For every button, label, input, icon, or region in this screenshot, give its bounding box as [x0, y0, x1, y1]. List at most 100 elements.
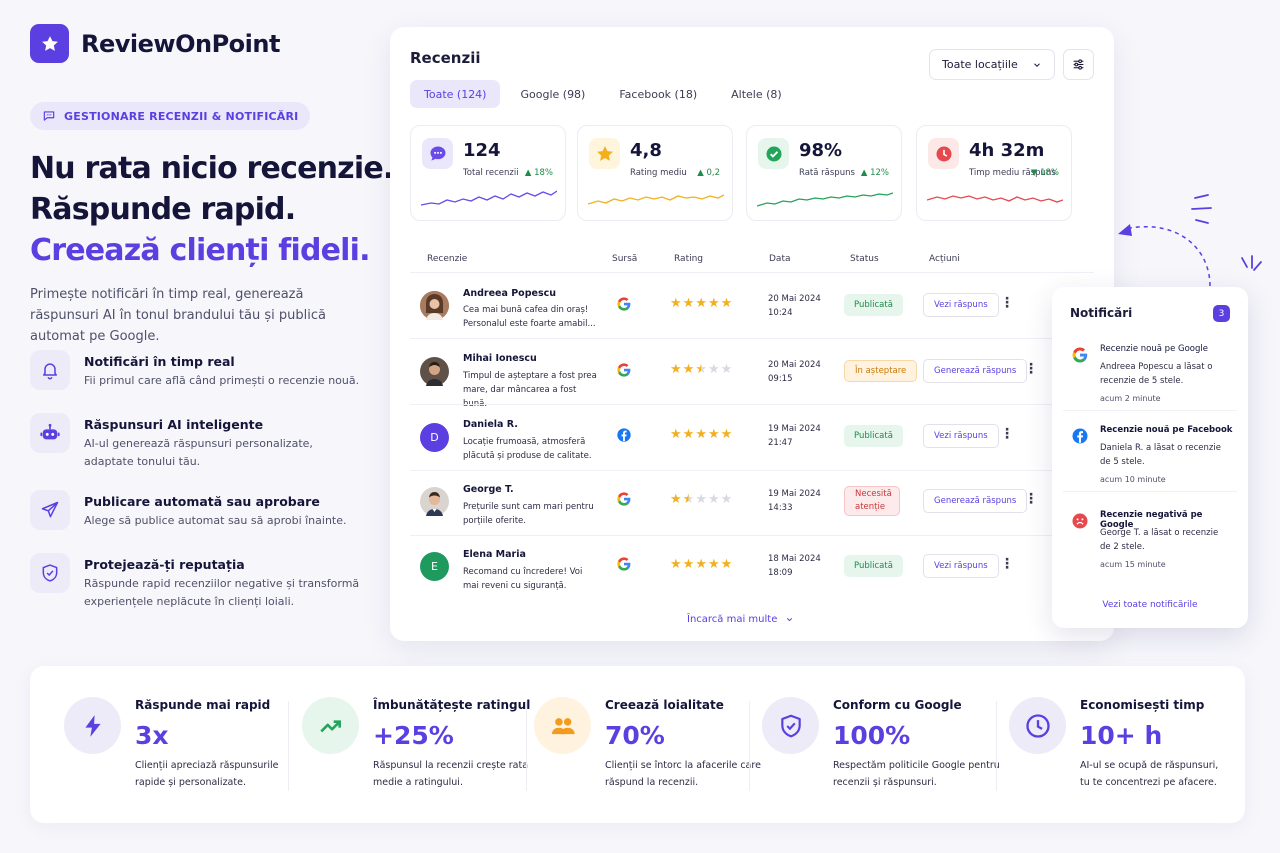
table-row[interactable]: Andreea Popescu Cea mai bună cafea din o… [410, 272, 1094, 337]
more-options-icon[interactable]: ⋮ [1024, 361, 1038, 377]
notification-item[interactable]: Recenzie negativă pe Google George T. a … [1063, 505, 1237, 585]
chevron-down-icon [1034, 62, 1040, 67]
stat-desc: Clienții se întorc la afacerile care răs… [605, 760, 761, 788]
location-select[interactable]: Toate locațiile [929, 49, 1055, 80]
feature-title: Răspunsuri AI inteligente [84, 417, 264, 432]
star-icon: ★ [695, 296, 707, 311]
star-icon: ★ [720, 492, 733, 507]
clock-icon [1009, 697, 1066, 754]
notification-item[interactable]: Recenzie nouă pe Google Andreea Popescu … [1063, 339, 1237, 411]
facebook-icon [617, 428, 631, 442]
tab-google[interactable]: Google (98) [506, 80, 599, 108]
status-badge: Publicată [844, 555, 903, 577]
bell-icon [30, 350, 70, 390]
stat-value: 3x [135, 721, 169, 750]
review-date: 20 Mai 2024 09:15 [768, 358, 821, 386]
table-row[interactable]: George T. Prețurile sunt cam mari pentru… [410, 470, 1094, 535]
kpi-delta: ▲ 18% [524, 168, 553, 178]
divider [526, 701, 527, 791]
generate-reply-button[interactable]: Generează răspuns [923, 359, 1028, 383]
notification-heading: Recenzie nouă pe Facebook [1100, 425, 1233, 435]
review-text: Cea mai bună cafea din oraș! Personalul … [463, 305, 596, 329]
divider [288, 701, 289, 791]
feature-desc: Fii primul care află când primești o rec… [84, 374, 360, 387]
notification-heading: Recenzie nouă pe Google [1100, 344, 1208, 354]
see-all-notifications-link[interactable]: Vezi toate notificările [1052, 600, 1248, 610]
notification-body: George T. a lăsat o recenzie de 2 stele. [1100, 528, 1219, 552]
notifications-count-badge: 3 [1213, 305, 1230, 322]
star-icon: ★ [670, 492, 682, 507]
star-icon: ★ [720, 557, 733, 572]
feature-title: Publicare automată sau aprobare [84, 494, 320, 509]
date-text: 20 Mai 2024 [768, 294, 821, 304]
table-row[interactable]: E Elena Maria Recomand cu încredere! Voi… [410, 535, 1094, 600]
stat-google-compliant: Conform cu Google 100% Respectăm politic… [762, 666, 1000, 823]
shield-check-icon [762, 697, 819, 754]
tab-other[interactable]: Altele (8) [717, 80, 796, 108]
date-text: 18 Mai 2024 [768, 554, 821, 564]
rating-stars: ★ ★ ★ ★ ★ [670, 428, 732, 441]
time-text: 18:09 [768, 568, 793, 578]
feature-desc: Alege să publice automat sau să aprobi î… [84, 514, 347, 527]
kpi-response-rate: 98% Rată răspuns ▲ 12% [746, 125, 902, 221]
feature-title: Notificări în timp real [84, 354, 235, 369]
date-text: 20 Mai 2024 [768, 360, 821, 370]
review-date: 20 Mai 2024 10:24 [768, 292, 821, 320]
generate-reply-button[interactable]: Generează răspuns [923, 489, 1028, 513]
kpi-sparkline [421, 190, 557, 206]
chevron-down-icon [787, 618, 793, 622]
kpi-value: 4h 32m [969, 140, 1045, 161]
load-more-label: Încarcă mai multe [687, 614, 778, 625]
star-icon: ★ [707, 362, 720, 377]
kpi-label: Total recenzii [463, 168, 519, 178]
table-row[interactable]: Mihai Ionescu Timpul de așteptare a fost… [410, 338, 1094, 409]
more-options-icon[interactable]: ⋮ [1000, 426, 1014, 442]
kpi-label: Rating mediu [630, 168, 687, 178]
status-badge: Publicată [844, 294, 903, 316]
stat-loyalty: Creează loialitate 70% Clienții se întor… [534, 666, 761, 823]
review-date: 19 Mai 2024 21:47 [768, 422, 821, 450]
stat-desc: Respectăm politicile Google pentru recen… [833, 760, 1000, 788]
kpi-sparkline [588, 194, 724, 205]
hero-headline: Nu rata nicio recenzie. Răspunde rapid. … [30, 148, 394, 271]
users-icon [534, 697, 591, 754]
headline-line-2: Răspunde rapid. [30, 192, 296, 227]
more-options-icon[interactable]: ⋮ [1000, 556, 1014, 572]
stat-title: Îmbunătățește ratingul [373, 698, 531, 712]
lightning-icon [64, 697, 121, 754]
brand-logo[interactable]: ReviewOnPoint [30, 24, 280, 63]
tab-facebook[interactable]: Facebook (18) [605, 80, 711, 108]
kpi-delta: ▲ 12% [860, 168, 889, 178]
stat-value: +25% [373, 721, 454, 750]
notification-time: acum 10 minute [1100, 475, 1166, 484]
view-reply-button[interactable]: Vezi răspuns [923, 424, 999, 448]
col-actions: Acțiuni [929, 254, 960, 264]
google-icon [617, 297, 631, 311]
view-reply-button[interactable]: Vezi răspuns [923, 293, 999, 317]
kpi-value: 4,8 [630, 140, 662, 161]
stat-value: 10+ h [1080, 721, 1163, 750]
star-icon: ★ [707, 296, 720, 311]
facebook-icon [1072, 428, 1088, 444]
status-badge: Publicată [844, 425, 903, 447]
more-options-icon[interactable]: ⋮ [1000, 295, 1014, 311]
sad-face-icon [1072, 513, 1088, 529]
table-row[interactable]: D Daniela R. Locație frumoasă, atmosferă… [410, 404, 1094, 469]
filter-button[interactable] [1063, 49, 1094, 80]
reviews-panel: Recenzii Toate locațiile Toate (124) Goo… [390, 27, 1114, 641]
star-icon [589, 138, 620, 169]
stat-desc: Răspunsul la recenzii crește rata medie … [373, 760, 529, 788]
load-more-link[interactable]: Încarcă mai multe [687, 614, 794, 625]
stat-title: Răspunde mai rapid [135, 698, 271, 712]
notification-time: acum 15 minute [1100, 560, 1166, 569]
notification-item[interactable]: Recenzie nouă pe Facebook Daniela R. a l… [1063, 420, 1237, 492]
divider [749, 701, 750, 791]
tab-all[interactable]: Toate (124) [410, 80, 501, 108]
trend-up-icon [302, 697, 359, 754]
col-review: Recenzie [427, 254, 468, 264]
view-reply-button[interactable]: Vezi răspuns [923, 554, 999, 578]
avatar [420, 487, 449, 516]
more-options-icon[interactable]: ⋮ [1024, 491, 1038, 507]
col-date: Data [769, 254, 791, 264]
feature-title: Protejează-ți reputația [84, 557, 245, 572]
